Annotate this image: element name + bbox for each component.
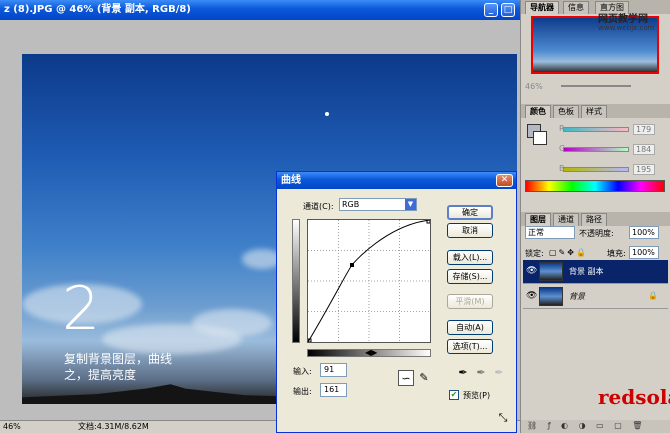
output-gradient-bar [292, 219, 300, 343]
panels-column: 导航器 信息 直方图 46% 颜色 色板 样式 R 179 G 184 B 19… [520, 0, 670, 433]
opacity-input[interactable]: 100% [629, 226, 659, 239]
maximize-button[interactable]: □ [501, 3, 515, 17]
channel-select[interactable]: RGB ▼ [339, 198, 417, 211]
document-title: z (8).JPG @ 46% (背景 副本, RGB/8) [4, 4, 191, 15]
tab-info[interactable]: 信息 [563, 1, 589, 14]
value-r[interactable]: 179 [633, 124, 655, 135]
close-button[interactable]: ✕ [496, 174, 513, 187]
fill-label: 填充: [607, 249, 626, 258]
minimize-button[interactable]: _ [484, 3, 498, 17]
blend-mode-select[interactable]: 正常 [525, 226, 575, 239]
channel-value: RGB [342, 200, 360, 209]
cancel-button[interactable]: 取消 [447, 223, 493, 238]
gray-eyedropper-icon[interactable]: ✒ [473, 365, 489, 381]
document-title-bar[interactable]: z (8).JPG @ 46% (背景 副本, RGB/8) _ □ [0, 0, 520, 20]
tab-layers[interactable]: 图层 [525, 213, 551, 226]
tab-color[interactable]: 颜色 [525, 105, 551, 118]
tab-navigator[interactable]: 导航器 [525, 1, 559, 14]
output-field[interactable]: 161 [320, 383, 347, 397]
slider-g[interactable] [563, 147, 629, 152]
curve-point [350, 263, 354, 267]
step-number: 2 [62, 274, 101, 344]
caption-line-1: 复制背景图层，曲线 [64, 352, 173, 366]
black-eyedropper-icon[interactable]: ✒ [455, 365, 471, 381]
smooth-button[interactable]: 平滑(M) [447, 294, 493, 309]
curves-title-bar[interactable]: 曲线 ✕ [277, 172, 516, 189]
fill-value: 100% [632, 248, 655, 257]
preview-checkbox[interactable]: ✔ [449, 390, 459, 400]
eye-icon[interactable]: 👁 [526, 291, 537, 301]
curve-tool-icon[interactable]: ∽ [398, 370, 414, 386]
auto-button[interactable]: 自动(A) [447, 320, 493, 335]
preview-label: 预览(P) [463, 391, 491, 400]
curves-title: 曲线 [281, 175, 301, 186]
ok-button[interactable]: 确定 [447, 205, 493, 220]
color-spectrum[interactable] [525, 180, 665, 192]
layers-footer-toolbar[interactable]: ⛓ ƒ ◐ ◑ ▭ ▢ 🗑 [521, 420, 670, 433]
channel-label: 通道(C): [303, 202, 334, 211]
moon [325, 112, 329, 116]
layer-thumbnail [539, 262, 563, 281]
watermark-url: www.webjx.com [598, 24, 655, 32]
load-button[interactable]: 载入(L)... [447, 250, 493, 265]
slider-b[interactable] [563, 167, 629, 172]
navigator-zoom-slider[interactable] [561, 85, 631, 87]
tab-channels[interactable]: 通道 [553, 213, 579, 226]
lock-label: 锁定: [525, 249, 544, 258]
curve-svg[interactable] [307, 219, 431, 343]
layer-row[interactable]: 👁 背景 🔒 [523, 285, 668, 309]
opacity-label: 不透明度: [579, 229, 614, 238]
curve-graph[interactable] [307, 219, 431, 343]
layer-name: 背景 [569, 292, 585, 301]
chevron-down-icon[interactable]: ▼ [405, 199, 416, 210]
layer-name: 背景 副本 [569, 267, 604, 276]
input-value: 91 [324, 365, 335, 374]
slider-r[interactable] [563, 127, 629, 132]
caption-line-2: 之，提高亮度 [64, 368, 137, 382]
white-eyedropper-icon[interactable]: ✒ [491, 365, 507, 381]
tab-paths[interactable]: 路径 [581, 213, 607, 226]
curves-dialog: 曲线 ✕ 通道(C): RGB ▼ ◀▶ 输入: 91 输出: 161 ∽ ✎ … [276, 171, 517, 433]
value-g[interactable]: 184 [633, 144, 655, 155]
value-b[interactable]: 195 [633, 164, 655, 175]
lock-icon: 🔒 [648, 291, 658, 300]
tab-swatches[interactable]: 色板 [553, 105, 579, 118]
layer-thumbnail [539, 287, 563, 306]
output-value: 161 [324, 385, 340, 394]
save-button[interactable]: 存储(S)... [447, 269, 493, 284]
output-label: 输出: [293, 387, 312, 396]
watermark-logo: redsola [598, 385, 670, 409]
blend-mode-value: 正常 [528, 228, 544, 237]
fill-input[interactable]: 100% [629, 246, 659, 259]
watermark-site: 网页教学网 [598, 14, 648, 25]
status-zoom[interactable]: 46% [3, 421, 21, 433]
status-doc-size: 文档:4.31M/8.62M [78, 422, 149, 431]
layer-row[interactable]: 👁 背景 副本 [523, 260, 668, 284]
expand-icon[interactable]: ⤡ [495, 410, 511, 426]
tab-styles[interactable]: 样式 [581, 105, 607, 118]
opacity-value: 100% [632, 228, 655, 237]
lock-icons[interactable]: ▢✎✥🔒 [549, 248, 588, 257]
navigator-zoom[interactable]: 46% [525, 82, 543, 91]
options-button[interactable]: 选项(T)... [447, 339, 493, 354]
eye-icon[interactable]: 👁 [526, 266, 537, 276]
input-field[interactable]: 91 [320, 363, 347, 377]
background-swatch[interactable] [533, 131, 547, 145]
pencil-icon[interactable]: ✎ [416, 370, 432, 386]
gradient-toggle-icon[interactable]: ◀▶ [365, 348, 377, 357]
input-label: 输入: [293, 367, 312, 376]
